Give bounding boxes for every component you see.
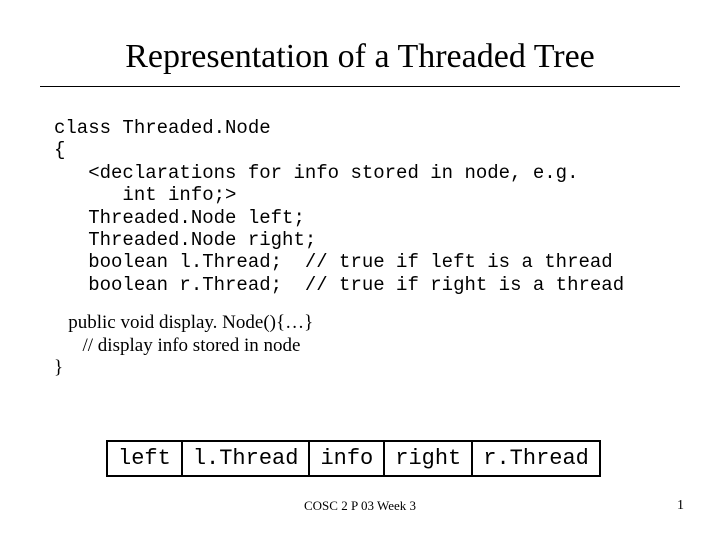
footer-text: COSC 2 P 03 Week 3 <box>0 498 720 514</box>
code-line: boolean r.Thread; // true if right is a … <box>54 274 624 296</box>
page-number: 1 <box>677 498 684 514</box>
cell-lthread: l.Thread <box>182 441 310 476</box>
code-line: boolean l.Thread; // true if left is a t… <box>54 251 613 273</box>
code-block: class Threaded.Node { <declarations for … <box>54 117 720 296</box>
slide: Representation of a Threaded Tree class … <box>0 0 720 540</box>
code-line: <declarations for info stored in node, e… <box>54 162 579 184</box>
cell-right: right <box>384 441 472 476</box>
table-row: left l.Thread info right r.Thread <box>107 441 600 476</box>
slide-title: Representation of a Threaded Tree <box>0 0 720 86</box>
code-line: { <box>54 139 65 161</box>
method-line: public void display. Node(){…} <box>54 312 313 333</box>
cell-info: info <box>309 441 384 476</box>
code-line: Threaded.Node left; <box>54 207 305 229</box>
code-line: int info;> <box>54 184 236 206</box>
node-fields-table: left l.Thread info right r.Thread <box>106 440 601 477</box>
title-underline <box>40 86 680 87</box>
method-block: public void display. Node(){…} // displa… <box>54 312 720 379</box>
code-line: class Threaded.Node <box>54 117 271 139</box>
method-line: // display info stored in node <box>54 335 300 356</box>
code-line: Threaded.Node right; <box>54 229 316 251</box>
method-line: } <box>54 357 63 378</box>
cell-rthread: r.Thread <box>472 441 600 476</box>
cell-left: left <box>107 441 182 476</box>
